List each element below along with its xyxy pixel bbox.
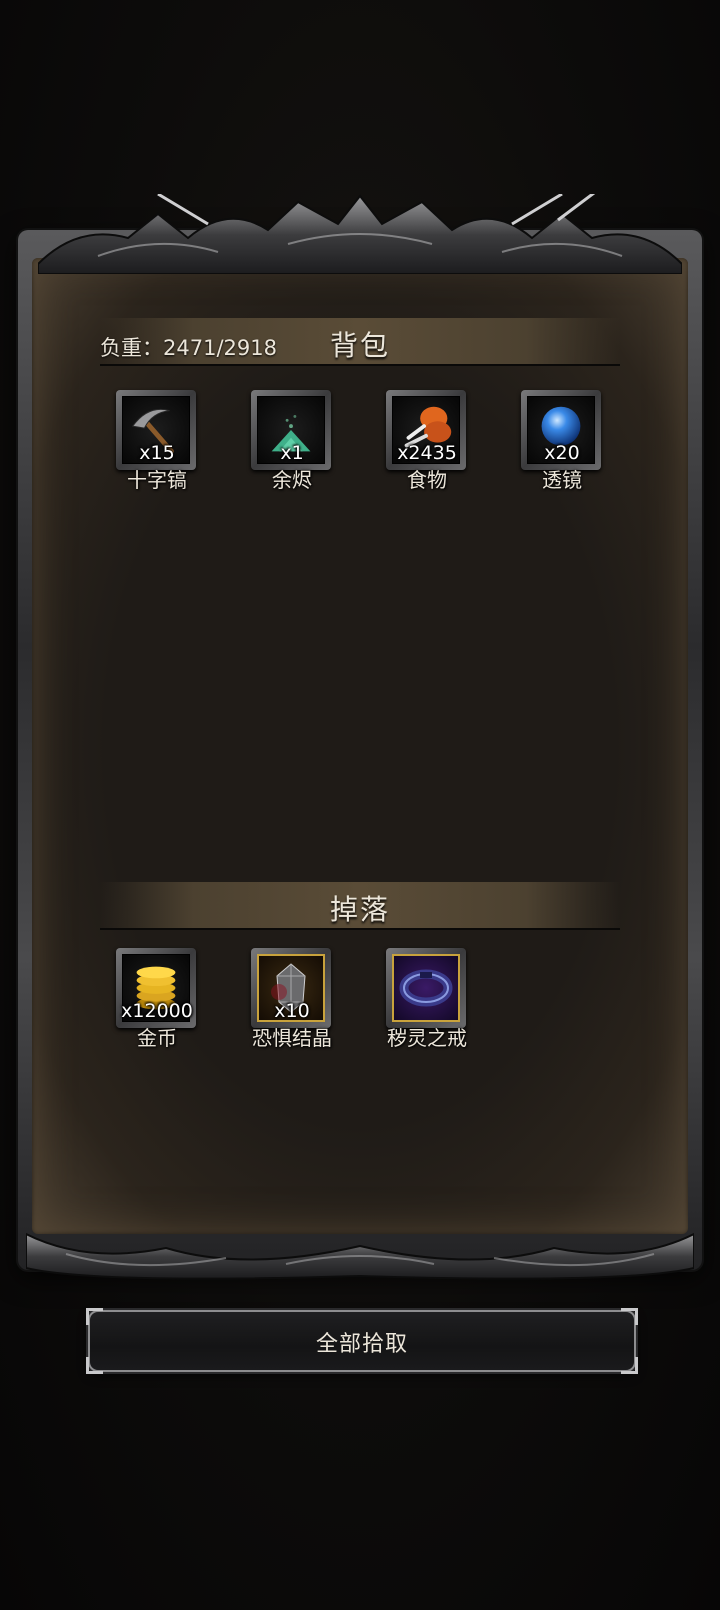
ornate-frame xyxy=(18,194,702,1280)
backpack-item-food[interactable]: x2435 食物 xyxy=(372,390,482,510)
item-name: 秽灵之戒 xyxy=(387,1026,467,1050)
item-name: 余烬 xyxy=(272,468,312,492)
carry-weight-label: 负重：2471/2918 xyxy=(100,336,277,360)
backpack-item-lens[interactable]: x20 透镜 xyxy=(507,390,617,510)
item-count: x10 xyxy=(274,1000,310,1022)
corner-ornament xyxy=(621,1357,638,1374)
backpack-item-pickaxe[interactable]: x15 十字镐 xyxy=(102,390,212,510)
collect-all-button[interactable]: 全部拾取 xyxy=(86,1308,638,1374)
corner-ornament xyxy=(621,1308,638,1325)
item-name: 十字镐 xyxy=(127,468,187,492)
drops-title: 掉落 xyxy=(329,893,390,926)
item-name: 金币 xyxy=(137,1026,177,1050)
drop-item-ring[interactable]: 秽灵之戒 xyxy=(372,948,482,1068)
item-count: x2435 xyxy=(397,442,457,464)
item-slot[interactable] xyxy=(386,948,466,1028)
drop-item-fear-crystal[interactable]: x10 恐惧结晶 xyxy=(237,948,347,1068)
item-count: x12000 xyxy=(121,1000,193,1022)
corner-ornament xyxy=(86,1357,103,1374)
item-count: x20 xyxy=(544,442,580,464)
item-name: 食物 xyxy=(407,468,447,492)
backpack-item-ember[interactable]: x1 余烬 xyxy=(237,390,347,510)
item-name: 透镜 xyxy=(542,468,582,492)
collect-all-label: 全部拾取 xyxy=(315,1332,408,1357)
drops-header: 掉落 xyxy=(100,882,620,930)
drop-item-gold[interactable]: x12000 金币 xyxy=(102,948,212,1068)
corner-ornament xyxy=(86,1308,103,1325)
item-name: 恐惧结晶 xyxy=(252,1026,332,1050)
ring-icon xyxy=(399,969,453,1007)
item-count: x1 xyxy=(280,442,304,464)
loot-screen: 背包 负重：2471/2918 x15 十字镐 x1 余烬 x2435 食物 x… xyxy=(0,0,720,1610)
item-count: x15 xyxy=(139,442,175,464)
